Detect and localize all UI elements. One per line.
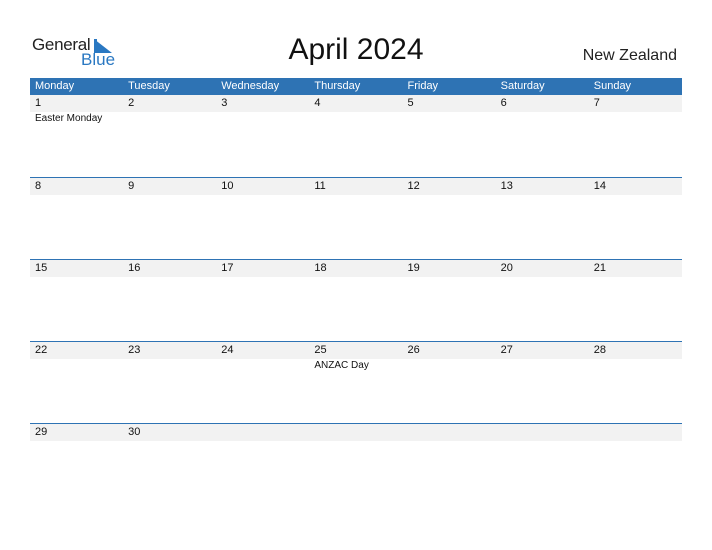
day-number: 22 [35,344,48,356]
holiday-label [30,195,123,196]
day-number: 6 [500,97,507,109]
holiday-label [309,277,402,278]
day-number: 17 [221,262,234,274]
events-row [30,277,682,278]
holiday-label [216,277,309,278]
holiday-label: Easter Monday [35,113,103,124]
day-number [496,424,589,441]
holiday-label [216,441,309,442]
day-number: 20 [500,262,513,274]
holiday-label [30,441,123,442]
day-number: 9 [128,180,135,192]
day-number: 26 [407,344,420,356]
day-number: 29 [35,426,48,438]
day-number: 23 [128,344,141,356]
day-number: 21 [593,262,606,274]
holiday-label [589,195,682,196]
day-number: 15 [35,262,48,274]
weekday-monday: Monday [35,80,75,92]
day-number-strip: 1 2 3 4 5 6 7 [30,95,682,112]
week-row: 15 16 17 18 19 20 21 [30,259,682,341]
weekday-tuesday: Tuesday [128,80,170,92]
day-number-strip: 8 9 10 11 12 13 14 [30,178,682,195]
day-number: 5 [407,97,414,109]
day-number: 24 [221,344,234,356]
holiday-label [496,195,589,196]
day-number: 25 [314,344,327,356]
holiday-label: ANZAC Day [314,360,369,371]
day-number [309,424,402,441]
day-number-strip: 15 16 17 18 19 20 21 [30,260,682,277]
holiday-label [216,112,309,125]
events-row: Easter Monday [30,112,682,125]
holiday-label [123,112,216,125]
day-number [589,424,682,441]
holiday-label [309,112,402,125]
day-number: 3 [221,97,228,109]
day-number: 11 [314,180,326,192]
day-number: 1 [35,97,42,109]
day-number: 4 [314,97,321,109]
week-row: 29 30 [30,423,682,505]
weekday-wednesday: Wednesday [221,80,280,92]
holiday-label [496,441,589,442]
week-row: 8 9 10 11 12 13 14 [30,177,682,259]
weekday-friday: Friday [407,80,439,92]
day-number [403,424,496,441]
weekday-sunday: Sunday [593,80,632,92]
holiday-label [403,277,496,278]
holiday-label [216,359,309,372]
holiday-label [123,195,216,196]
holiday-label [403,112,496,125]
holiday-label [403,441,496,442]
calendar-grid: Monday Tuesday Wednesday Thursday Friday… [30,78,682,505]
holiday-label [309,441,402,442]
events-row [30,195,682,196]
holiday-label [589,441,682,442]
day-number: 27 [500,344,513,356]
holiday-label [589,359,682,372]
day-number: 19 [407,262,420,274]
day-number: 28 [593,344,606,356]
week-row: 1 2 3 4 5 6 7 Easter Monday [30,95,682,177]
day-number: 13 [500,180,513,192]
week-row: 22 23 24 25 26 27 28 ANZAC Day [30,341,682,423]
holiday-label [403,195,496,196]
weekday-header: Monday Tuesday Wednesday Thursday Friday… [30,78,682,95]
holiday-label [30,359,123,372]
day-number-strip: 29 30 [30,424,682,441]
holiday-label [496,112,589,125]
holiday-label [403,359,496,372]
holiday-label [309,195,402,196]
events-row: ANZAC Day [30,359,682,372]
holiday-label [216,195,309,196]
holiday-label [123,359,216,372]
day-number: 18 [314,262,327,274]
day-number: 7 [593,97,600,109]
holiday-label [496,359,589,372]
holiday-label [123,277,216,278]
holiday-label [30,277,123,278]
day-number: 12 [407,180,420,192]
day-number: 10 [221,180,234,192]
day-number: 30 [128,426,141,438]
day-number [216,424,309,441]
day-number: 16 [128,262,141,274]
weekday-saturday: Saturday [500,80,545,92]
holiday-label [123,441,216,442]
day-number-strip: 22 23 24 25 26 27 28 [30,342,682,359]
holiday-label [589,112,682,125]
holiday-label [589,277,682,278]
country-label: New Zealand [582,47,677,64]
day-number: 14 [593,180,606,192]
day-number: 8 [35,180,42,192]
day-number: 2 [128,97,135,109]
events-row [30,441,682,442]
holiday-label [496,277,589,278]
weekday-thursday: Thursday [314,80,361,92]
